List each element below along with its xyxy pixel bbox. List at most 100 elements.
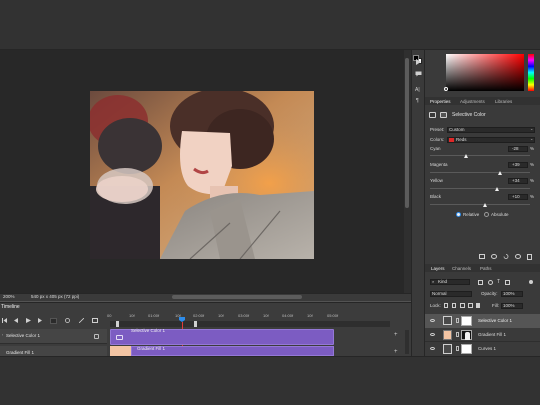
yellow-slider-track[interactable] xyxy=(430,188,530,189)
ruler-tick: 05:00f xyxy=(327,313,339,318)
tab-layers[interactable]: Layers xyxy=(431,266,445,272)
eye-icon[interactable] xyxy=(430,319,435,322)
adjustment-clip-icon xyxy=(116,335,123,340)
clip-to-layer-icon[interactable] xyxy=(479,254,485,259)
film-icon[interactable] xyxy=(94,334,99,339)
timeline-scrollbar[interactable] xyxy=(405,330,409,354)
lock-artboard-icon[interactable] xyxy=(468,303,473,308)
layer-name: Curves 1 xyxy=(478,346,497,351)
lock-position-icon[interactable] xyxy=(460,303,465,308)
layer-mask-thumbnail[interactable] xyxy=(461,316,472,326)
layer-filter-value: Kind xyxy=(438,279,448,284)
clip-label: Gradient Fill 1 xyxy=(137,346,166,351)
trash-icon[interactable] xyxy=(527,254,532,260)
first-frame-icon[interactable] xyxy=(2,318,7,323)
mask-silhouette xyxy=(465,332,470,340)
ruler-tick: 10f xyxy=(129,313,135,318)
tab-adjustments[interactable]: Adjustments xyxy=(460,99,485,105)
cyan-value: -28 xyxy=(512,146,519,151)
ruler-tick: 00 xyxy=(107,313,112,318)
tab-channels[interactable]: Channels xyxy=(452,266,471,272)
horizontal-scroll-thumb[interactable] xyxy=(172,295,302,299)
tab-paths[interactable]: Paths xyxy=(480,266,492,272)
tab-properties[interactable]: Properties xyxy=(430,99,451,105)
gradient-thumbnail xyxy=(443,330,452,340)
layer-mask-thumbnail[interactable] xyxy=(461,330,472,340)
document-info[interactable]: 540 px x 405 px (72 ppi) xyxy=(31,294,79,300)
layer-name: Selective Color 1 xyxy=(478,318,513,323)
slider-label-cyan: Cyan xyxy=(430,146,441,151)
character-icon[interactable]: A| xyxy=(415,88,420,93)
filter-shape-icon[interactable] xyxy=(505,280,510,285)
hue-slider[interactable] xyxy=(528,54,534,91)
color-field[interactable] xyxy=(446,54,524,91)
next-frame-icon[interactable] xyxy=(38,318,43,323)
cyan-slider-track[interactable] xyxy=(430,155,530,156)
fill-value: 100% xyxy=(503,303,515,308)
comment-icon[interactable] xyxy=(415,71,422,77)
add-media-icon[interactable]: + xyxy=(394,332,398,338)
photo-content xyxy=(90,91,314,259)
bottom-bar xyxy=(0,356,540,405)
filter-type-icon[interactable]: T xyxy=(497,280,500,285)
split-icon[interactable] xyxy=(78,317,85,324)
color-picker-handle[interactable] xyxy=(444,87,448,91)
adjustment-layer-icon xyxy=(443,316,452,325)
zoom-level[interactable]: 200% xyxy=(3,294,15,300)
play-icon[interactable] xyxy=(26,318,31,323)
filter-pixel-icon[interactable] xyxy=(478,280,483,285)
ruler-tick: 03:00f xyxy=(238,313,250,318)
play-icon[interactable] xyxy=(415,59,422,65)
black-slider-track[interactable] xyxy=(430,204,530,205)
absolute-label: Absolute xyxy=(491,212,509,217)
ruler-tick: 04:00f xyxy=(282,313,294,318)
gradient-clip-thumbnail xyxy=(110,346,132,356)
eye-icon[interactable] xyxy=(430,333,435,336)
slider-label-yellow: Yellow xyxy=(430,178,443,183)
work-area-start-handle[interactable] xyxy=(116,321,119,327)
magenta-unit: % xyxy=(530,162,535,167)
reds-swatch xyxy=(449,138,454,142)
reset-icon[interactable] xyxy=(503,254,509,259)
layer-filter-select[interactable] xyxy=(430,279,470,285)
work-area-end-handle[interactable] xyxy=(194,321,197,327)
lock-all-icon[interactable] xyxy=(476,303,480,308)
paragraph-icon[interactable]: ¶ xyxy=(416,99,419,104)
magenta-slider-track[interactable] xyxy=(430,172,530,173)
add-media-icon[interactable]: + xyxy=(394,349,398,355)
colors-value: Reds xyxy=(456,137,467,142)
settings-icon[interactable] xyxy=(65,318,70,323)
colors-label: Colors: xyxy=(430,137,445,142)
transition-icon[interactable] xyxy=(92,318,98,323)
black-value: +10 xyxy=(512,194,520,199)
absolute-radio[interactable] xyxy=(484,212,489,217)
opacity-value: 100% xyxy=(503,291,515,296)
yellow-unit: % xyxy=(530,178,535,183)
lock-image-icon[interactable] xyxy=(452,303,456,308)
tab-libraries[interactable]: Libraries xyxy=(495,99,512,105)
layer-name: Gradient Fill 1 xyxy=(478,332,507,337)
mask-icon[interactable] xyxy=(440,112,447,118)
preset-label: Preset: xyxy=(430,127,445,132)
lock-pixels-icon[interactable] xyxy=(444,303,448,308)
filter-toggle-icon[interactable] xyxy=(529,280,533,284)
curves-layer-icon xyxy=(443,344,452,354)
track-name: Gradient Fill 1 xyxy=(6,350,35,355)
layer-mask-thumbnail[interactable] xyxy=(461,344,472,354)
previous-frame-icon[interactable] xyxy=(13,318,18,323)
eye-icon[interactable] xyxy=(430,347,435,350)
filter-adjustment-icon[interactable] xyxy=(488,280,493,285)
work-area-bar[interactable] xyxy=(110,321,390,327)
yellow-value: +34 xyxy=(512,178,520,183)
blend-mode-value: Normal xyxy=(432,291,447,296)
fill-label: Fill: xyxy=(492,303,499,308)
relative-radio[interactable] xyxy=(456,212,461,217)
vertical-scroll-thumb[interactable] xyxy=(405,58,409,208)
document-image[interactable] xyxy=(90,91,314,259)
view-previous-icon[interactable] xyxy=(491,254,497,259)
slider-label-magenta: Magenta xyxy=(430,162,448,167)
expand-arrow-icon[interactable]: › xyxy=(2,333,3,338)
audio-icon[interactable] xyxy=(50,318,57,324)
visibility-icon[interactable] xyxy=(515,254,521,259)
lock-label: Lock: xyxy=(430,303,441,308)
